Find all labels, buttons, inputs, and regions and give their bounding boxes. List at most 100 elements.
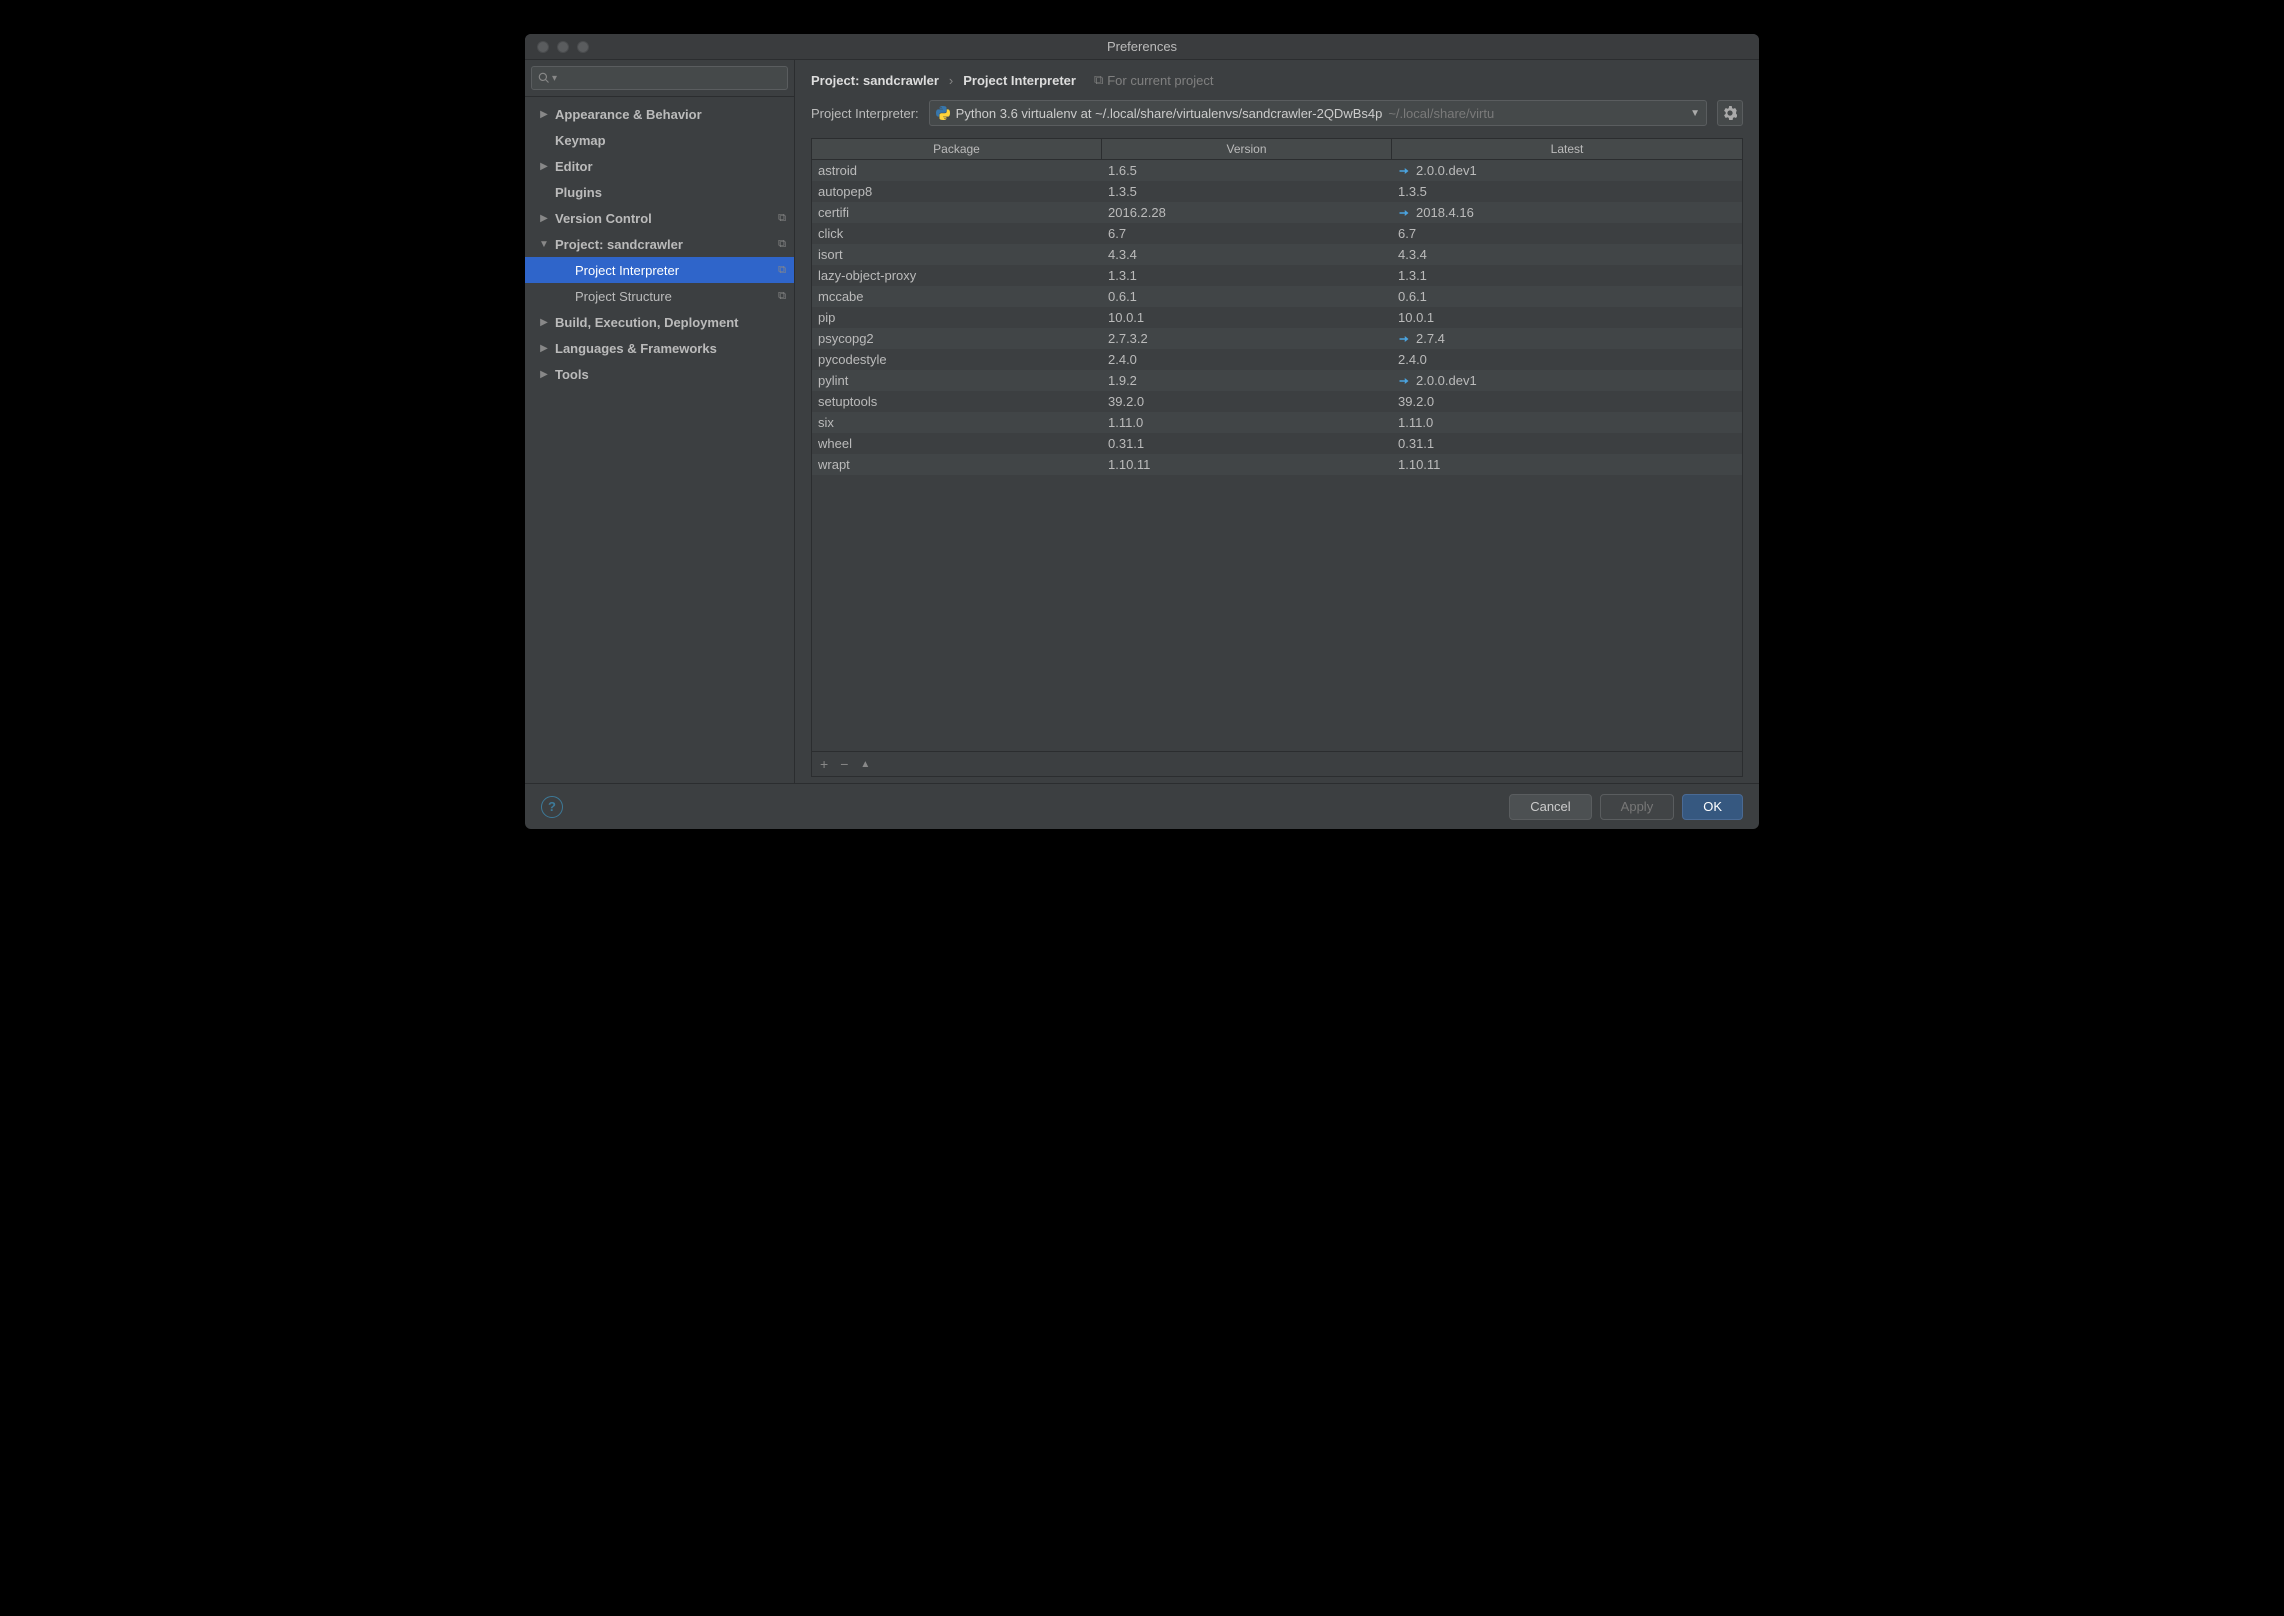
upgrade-arrow-icon xyxy=(1398,207,1410,219)
cell-package: isort xyxy=(812,247,1102,262)
cell-version: 1.10.11 xyxy=(1102,457,1392,472)
tree-arrow-icon: ▶ xyxy=(539,109,549,120)
cell-version: 39.2.0 xyxy=(1102,394,1392,409)
dialog-footer: ? Cancel Apply OK xyxy=(525,783,1759,829)
table-row[interactable]: certifi2016.2.282018.4.16 xyxy=(812,202,1742,223)
sidebar-item-label: Plugins xyxy=(555,185,794,200)
sidebar-item-label: Build, Execution, Deployment xyxy=(555,315,794,330)
cell-latest: 39.2.0 xyxy=(1392,394,1742,409)
cell-latest: 1.3.5 xyxy=(1392,184,1742,199)
cell-latest: 0.6.1 xyxy=(1392,289,1742,304)
table-row[interactable]: psycopg22.7.3.22.7.4 xyxy=(812,328,1742,349)
table-row[interactable]: six1.11.01.11.0 xyxy=(812,412,1742,433)
window-body: ▾ ▶Appearance & BehaviorKeymap▶EditorPlu… xyxy=(525,60,1759,783)
sidebar-item-version-control[interactable]: ▶Version Control⧉ xyxy=(525,205,794,231)
table-row[interactable]: pylint1.9.22.0.0.dev1 xyxy=(812,370,1742,391)
latest-value: 1.11.0 xyxy=(1398,415,1433,430)
breadcrumb-page: Project Interpreter xyxy=(963,73,1076,88)
minimize-window-button[interactable] xyxy=(557,41,569,53)
cell-latest: 2018.4.16 xyxy=(1392,205,1742,220)
latest-value: 2.0.0.dev1 xyxy=(1416,163,1477,178)
latest-value: 6.7 xyxy=(1398,226,1416,241)
breadcrumb-project: Project: sandcrawler xyxy=(811,73,939,88)
table-row[interactable]: pip10.0.110.0.1 xyxy=(812,307,1742,328)
table-row[interactable]: lazy-object-proxy1.3.11.3.1 xyxy=(812,265,1742,286)
apply-button[interactable]: Apply xyxy=(1600,794,1675,820)
cell-package: astroid xyxy=(812,163,1102,178)
sidebar-item-tools[interactable]: ▶ Tools xyxy=(525,361,794,387)
latest-value: 2.0.0.dev1 xyxy=(1416,373,1477,388)
cell-version: 6.7 xyxy=(1102,226,1392,241)
sidebar-item-languages-frameworks[interactable]: ▶Languages & Frameworks xyxy=(525,335,794,361)
table-row[interactable]: isort4.3.44.3.4 xyxy=(812,244,1742,265)
upgrade-arrow-icon xyxy=(1398,333,1410,345)
latest-value: 1.10.11 xyxy=(1398,457,1440,472)
copy-icon: ⧉ xyxy=(778,212,786,225)
table-row[interactable]: astroid1.6.5 2.0.0.dev1 xyxy=(812,160,1742,181)
cell-package: wheel xyxy=(812,436,1102,451)
cell-package: pycodestyle xyxy=(812,352,1102,367)
header-latest[interactable]: Latest xyxy=(1392,139,1742,159)
interpreter-value: Python 3.6 virtualenv at ~/.local/share/… xyxy=(956,106,1383,121)
cell-version: 1.6.5 xyxy=(1102,163,1392,178)
interpreter-dropdown[interactable]: Python 3.6 virtualenv at ~/.local/share/… xyxy=(929,100,1707,126)
cell-package: certifi xyxy=(812,205,1102,220)
cell-version: 0.31.1 xyxy=(1102,436,1392,451)
cell-latest: 2.0.0.dev1 xyxy=(1392,373,1742,388)
sidebar-item-keymap[interactable]: Keymap xyxy=(525,127,794,153)
interpreter-path-hint: ~/.local/share/virtu xyxy=(1388,106,1494,121)
header-package[interactable]: Package xyxy=(812,139,1102,159)
close-window-button[interactable] xyxy=(537,41,549,53)
sidebar-item-editor[interactable]: ▶Editor xyxy=(525,153,794,179)
cell-latest: 2.0.0.dev1 xyxy=(1392,163,1742,178)
interpreter-settings-button[interactable] xyxy=(1717,100,1743,126)
sidebar-item-project-structure[interactable]: Project Structure⧉ xyxy=(525,283,794,309)
upgrade-package-button[interactable]: ▲ xyxy=(860,759,870,770)
table-row[interactable]: autopep81.3.51.3.5 xyxy=(812,181,1742,202)
cell-package: setuptools xyxy=(812,394,1102,409)
sidebar-item-build-execution-deployment[interactable]: ▶Build, Execution, Deployment xyxy=(525,309,794,335)
header-version[interactable]: Version xyxy=(1102,139,1392,159)
sidebar-item-label: Editor xyxy=(555,159,794,174)
table-row[interactable]: pycodestyle2.4.02.4.0 xyxy=(812,349,1742,370)
window-title: Preferences xyxy=(525,39,1759,54)
table-row[interactable]: wheel0.31.10.31.1 xyxy=(812,433,1742,454)
cell-version: 1.9.2 xyxy=(1102,373,1392,388)
sidebar-item-plugins[interactable]: Plugins xyxy=(525,179,794,205)
search-dropdown-icon[interactable]: ▾ xyxy=(552,73,557,84)
upgrade-arrow-icon xyxy=(1398,375,1410,387)
cell-version: 1.3.1 xyxy=(1102,268,1392,283)
latest-value: 2.7.4 xyxy=(1416,331,1445,346)
table-row[interactable]: wrapt1.10.111.10.11 xyxy=(812,454,1742,475)
search-input[interactable]: ▾ xyxy=(531,66,788,90)
add-package-button[interactable]: + xyxy=(820,756,828,772)
sidebar-item-label: Tools xyxy=(555,367,794,382)
interpreter-label: Project Interpreter: xyxy=(811,106,919,121)
latest-value: 0.31.1 xyxy=(1398,436,1434,451)
sidebar-item-appearance-behavior[interactable]: ▶ Appearance & Behavior xyxy=(525,101,794,127)
sidebar-item-label: Project: sandcrawler xyxy=(555,237,794,252)
search-icon xyxy=(538,72,550,84)
help-button[interactable]: ? xyxy=(541,796,563,818)
cell-package: wrapt xyxy=(812,457,1102,472)
gear-icon xyxy=(1723,106,1737,120)
preferences-window: Preferences ▾ ▶ Appearance & Behavior Keym… xyxy=(525,34,1759,829)
table-body: astroid1.6.5 2.0.0.dev1 autopep81.3.51.3.5… xyxy=(812,160,1742,751)
window-controls xyxy=(525,41,589,53)
cell-package: pip xyxy=(812,310,1102,325)
cell-version: 10.0.1 xyxy=(1102,310,1392,325)
tree-arrow-icon: ▶ xyxy=(539,369,549,380)
sidebar-item-project-sandcrawler[interactable]: ▼Project: sandcrawler⧉ xyxy=(525,231,794,257)
sidebar-item-label: Project Structure xyxy=(575,289,794,304)
ok-button[interactable]: OK xyxy=(1682,794,1743,820)
table-row[interactable]: mccabe0.6.10.6.1 xyxy=(812,286,1742,307)
table-row[interactable]: click6.76.7 xyxy=(812,223,1742,244)
zoom-window-button[interactable] xyxy=(577,41,589,53)
sidebar-item-project-interpreter[interactable]: Project Interpreter⧉ xyxy=(525,257,794,283)
remove-package-button[interactable]: − xyxy=(840,756,848,772)
sidebar-item-label: Appearance & Behavior xyxy=(555,107,794,122)
cancel-button[interactable]: Cancel xyxy=(1509,794,1591,820)
table-row[interactable]: setuptools39.2.039.2.0 xyxy=(812,391,1742,412)
cell-version: 0.6.1 xyxy=(1102,289,1392,304)
python-icon xyxy=(936,106,950,120)
